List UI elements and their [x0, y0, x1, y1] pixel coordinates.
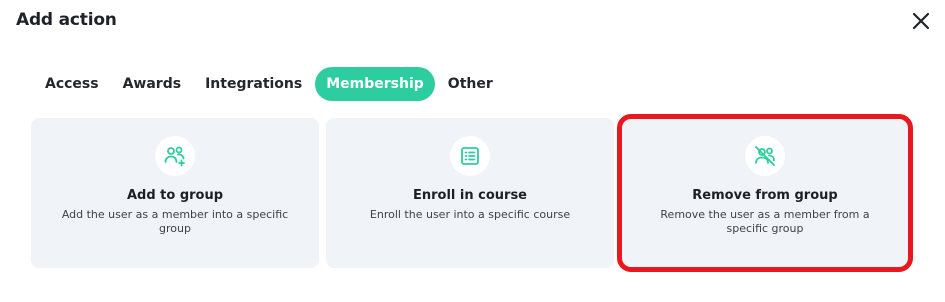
tab-other[interactable]: Other	[437, 67, 504, 101]
dialog-title: Add action	[16, 10, 117, 30]
remove-group-icon	[745, 136, 785, 176]
action-card-add-to-group[interactable]: Add to group Add the user as a member in…	[31, 118, 319, 268]
close-icon	[912, 12, 930, 30]
close-button[interactable]	[908, 8, 934, 34]
action-card-enroll-in-course[interactable]: Enroll in course Enroll the user into a …	[326, 118, 614, 268]
course-list-icon	[450, 136, 490, 176]
card-title: Add to group	[126, 188, 224, 203]
tab-integrations[interactable]: Integrations	[194, 67, 313, 101]
card-description: Remove the user as a member from a speci…	[660, 208, 870, 235]
card-title: Remove from group	[692, 188, 838, 203]
action-cards: Add to group Add the user as a member in…	[31, 114, 913, 272]
card-description: Add the user as a member into a specific…	[61, 208, 289, 235]
tab-membership[interactable]: Membership	[315, 67, 435, 101]
card-description: Enroll the user into a specific course	[369, 208, 571, 221]
tab-access[interactable]: Access	[34, 67, 110, 101]
add-group-icon	[155, 136, 195, 176]
action-card-remove-from-group[interactable]: Remove from group Remove the user as a m…	[617, 114, 913, 272]
tab-awards[interactable]: Awards	[112, 67, 192, 101]
tab-bar: Access Awards Integrations Membership Ot…	[34, 67, 504, 101]
card-title: Enroll in course	[412, 188, 527, 203]
